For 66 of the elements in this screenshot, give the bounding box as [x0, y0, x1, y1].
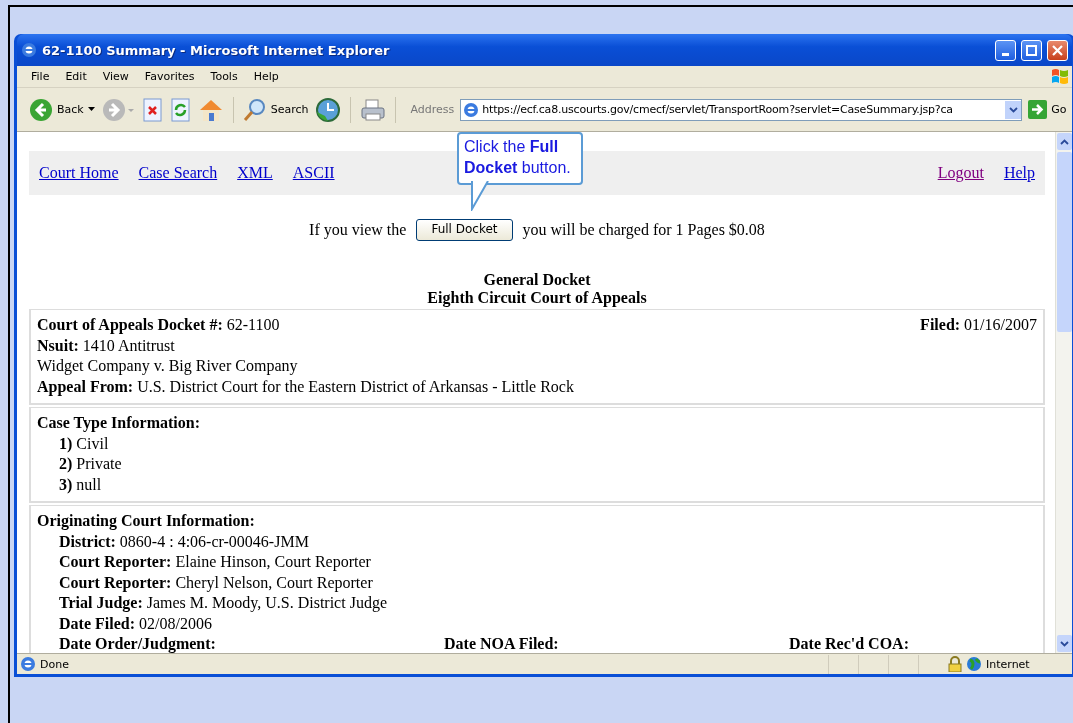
info-line: 1) Civil: [58, 433, 110, 454]
go-button[interactable]: Go: [1028, 100, 1067, 119]
back-button[interactable]: Back: [29, 97, 96, 122]
close-icon: [1052, 44, 1063, 56]
lock-icon: [948, 656, 962, 672]
charge-text: If you view the: [309, 221, 407, 239]
nav-link[interactable]: Court Home: [39, 164, 119, 182]
maximize-button[interactable]: [1021, 39, 1042, 61]
callout-pointer: [470, 181, 492, 211]
column-label: Date Order/Judgment:: [59, 634, 217, 653]
page-icon: [20, 656, 36, 672]
section-title: Case Type Information:: [37, 413, 200, 434]
stop-icon[interactable]: [141, 97, 164, 122]
info-line: 2) Private: [58, 454, 123, 475]
section-title: Originating Court Information:: [37, 511, 255, 532]
column-label: Date Rec'd COA:: [788, 634, 910, 653]
charge-text: you will be charged for 1 Pages $0.08: [522, 221, 765, 239]
status-text: Done: [40, 657, 69, 671]
info-line: Appeal From: U.S. District Court for the Eastern District of Arkansas - Little Rock: [37, 376, 575, 397]
address-label: Address: [410, 103, 455, 116]
menu-item[interactable]: Help: [253, 70, 279, 83]
info-line: 3) null: [58, 474, 103, 495]
search-button[interactable]: Search: [242, 97, 309, 122]
section-title: Court of Appeals Docket #: 62-1100: [37, 315, 280, 336]
info-line: Trial Judge: James M. Moody, U.S. District Judge: [58, 593, 388, 614]
filed-date: Filed: 01/16/2007: [920, 315, 1037, 335]
minimize-icon: [1002, 52, 1009, 56]
nav-link[interactable]: Case Search: [138, 164, 218, 182]
print-icon[interactable]: [359, 97, 386, 122]
address-field[interactable]: https://ecf.ca8.uscourts.gov/cmecf/servlet/TransportRoom?servlet=CaseSummary.jsp?ca: [460, 98, 1023, 121]
info-line: Court Reporter: Elaine Hinson, Court Reporter: [58, 552, 372, 573]
callout-text: Click the Full Docket button.: [457, 132, 583, 185]
info-line: Court Reporter: Cheryl Nelson, Court Reporter: [58, 572, 374, 593]
refresh-icon[interactable]: [169, 97, 192, 122]
info-line: Date Filed: 02/08/2006: [58, 613, 213, 634]
menu-item[interactable]: View: [102, 70, 129, 83]
docket-heading: General Docket: [483, 271, 591, 289]
page-icon: [463, 101, 480, 118]
menu-item[interactable]: Tools: [210, 70, 238, 83]
windows-logo-icon: [1050, 66, 1070, 86]
info-line: Nsuit: 1410 Antitrust: [37, 335, 176, 356]
nav-link[interactable]: ASCII: [292, 164, 335, 182]
zone-text: Internet: [986, 657, 1031, 671]
scroll-up-icon[interactable]: [1060, 138, 1069, 145]
menu-item[interactable]: Favorites: [144, 70, 195, 83]
globe-icon: [966, 656, 982, 672]
info-line: Widget Company v. Big River Company: [37, 356, 299, 377]
menu-item[interactable]: Edit: [65, 70, 87, 83]
docket-heading: Eighth Circuit Court of Appeals: [427, 289, 647, 307]
column-label: Date NOA Filed:: [443, 634, 560, 653]
scroll-down-icon[interactable]: [1060, 640, 1069, 647]
search-icon: [242, 97, 267, 122]
menu-item[interactable]: File: [31, 70, 50, 83]
minimize-button[interactable]: [995, 39, 1016, 61]
caret-icon: [87, 107, 96, 112]
nav-link[interactable]: Logout: [937, 164, 984, 182]
window-title: 62-1100 Summary - Microsoft Internet Explorer: [42, 42, 391, 58]
full-docket-button[interactable]: Full Docket: [416, 219, 513, 241]
maximize-icon: [1026, 44, 1037, 56]
nav-link[interactable]: Help: [1003, 164, 1035, 182]
info-line: District: 0860-4 : 4:06-cr-00046-JMM: [58, 531, 310, 552]
nav-link[interactable]: XML: [237, 164, 273, 182]
ie-logo-icon: [21, 42, 37, 58]
scrollbar[interactable]: [1055, 132, 1072, 653]
history-icon[interactable]: [314, 96, 341, 123]
close-button[interactable]: [1047, 39, 1068, 61]
